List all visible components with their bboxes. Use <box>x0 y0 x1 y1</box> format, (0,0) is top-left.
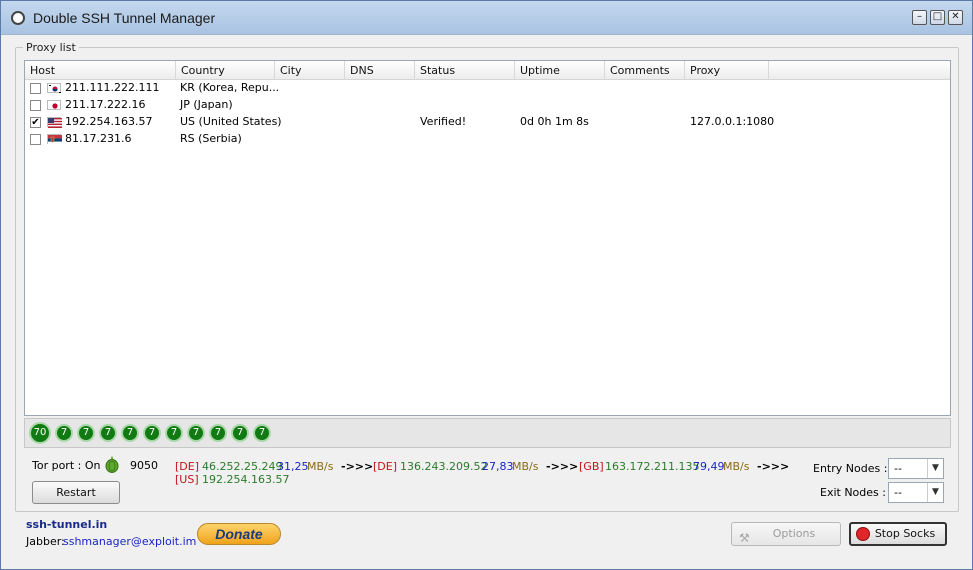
host-cell: 81.17.231.6 <box>65 132 132 145</box>
tools-icon: ⚒ <box>739 531 750 545</box>
table-row[interactable]: 81.17.231.6 RS (Serbia) <box>25 131 950 148</box>
exit-nodes-select[interactable]: -- ▼ <box>888 482 944 503</box>
hop2-unit: MB/s <box>512 460 539 473</box>
status-circle: 7 <box>55 424 73 442</box>
hop1-unit: MB/s <box>307 460 334 473</box>
restart-button[interactable]: Restart <box>32 481 120 504</box>
row-checkbox[interactable]: ✔ <box>30 117 41 128</box>
status-circle: 7 <box>143 424 161 442</box>
maximize-button[interactable]: □ <box>930 10 945 25</box>
status-circle: 7 <box>187 424 205 442</box>
title-bar[interactable]: Double SSH Tunnel Manager <box>1 1 972 35</box>
app-icon <box>11 10 25 25</box>
flag-us-icon <box>47 117 62 128</box>
country-cell: RS (Serbia) <box>180 132 242 145</box>
column-country[interactable]: Country <box>176 61 275 80</box>
column-city[interactable]: City <box>275 61 345 80</box>
country-cell: JP (Japan) <box>180 98 233 111</box>
row-checkbox[interactable] <box>30 100 41 111</box>
entry-nodes-value: -- <box>894 462 902 475</box>
host-cell: 211.17.222.16 <box>65 98 146 111</box>
status-circle: 7 <box>99 424 117 442</box>
app-window: Double SSH Tunnel Manager – □ ✕ Proxy li… <box>0 0 973 570</box>
country-cell: KR (Korea, Repu... <box>180 81 280 94</box>
chevron-down-icon[interactable]: ▼ <box>927 483 943 502</box>
exit-nodes-label: Exit Nodes : <box>820 486 886 499</box>
jabber-label: Jabber: <box>26 535 65 548</box>
site-link[interactable]: ssh-tunnel.in <box>26 518 107 531</box>
window-title: Double SSH Tunnel Manager <box>33 9 216 26</box>
options-label: Options <box>772 527 816 540</box>
stop-icon <box>856 527 870 541</box>
hop1-ip: 46.252.25.249 <box>202 460 283 473</box>
tor-port-value: 9050 <box>130 459 158 472</box>
entry-nodes-label: Entry Nodes : <box>813 462 888 475</box>
flag-kr-icon <box>47 83 61 93</box>
country-cell: US (United States) <box>180 115 282 128</box>
options-button[interactable]: ⚒ Options <box>731 522 841 546</box>
table-row[interactable]: 211.17.222.16 JP (Japan) <box>25 97 950 114</box>
hop3-unit: MB/s <box>723 460 750 473</box>
chain-arrow: ->>> <box>757 460 790 473</box>
close-button[interactable]: ✕ <box>948 10 963 25</box>
chain-arrow: ->>> <box>546 460 579 473</box>
table-row[interactable]: ✔ 192.254.163.57 US (United States) Veri… <box>25 114 950 131</box>
table-row[interactable]: 211.111.222.111 KR (Korea, Repu... <box>25 80 950 97</box>
column-status[interactable]: Status <box>415 61 515 80</box>
hop1-speed: 31,25 <box>277 460 309 473</box>
stop-socks-button[interactable]: Stop Socks <box>849 522 947 546</box>
entry-nodes-select[interactable]: -- ▼ <box>888 458 944 479</box>
status-circle: 70 <box>29 422 51 444</box>
uptime-cell: 0d 0h 1m 8s <box>520 115 589 128</box>
column-comments[interactable]: Comments <box>605 61 685 80</box>
host-cell: 211.111.222.111 <box>65 81 160 94</box>
hop2-speed: 27,83 <box>482 460 514 473</box>
proxy-list-label: Proxy list <box>23 41 79 54</box>
column-host[interactable]: Host <box>25 61 176 80</box>
node-status-bar: 70 7 7 7 7 7 7 7 7 7 7 <box>24 418 951 448</box>
hop3-country: [GB] <box>579 460 604 473</box>
exit-ip: 192.254.163.57 <box>202 473 290 486</box>
jabber-link[interactable]: sshmanager@exploit.im <box>63 535 196 548</box>
tor-port-label: Tor port : On <box>32 459 101 472</box>
exit-country: [US] <box>175 473 199 486</box>
status-circle: 7 <box>231 424 249 442</box>
flag-jp-icon <box>47 100 61 110</box>
status-circle: 7 <box>121 424 139 442</box>
status-circle: 7 <box>165 424 183 442</box>
hop1-country: [DE] <box>175 460 200 473</box>
status-circle: 7 <box>209 424 227 442</box>
proxy-list-table[interactable]: Host Country City DNS Status Uptime Comm… <box>24 60 951 416</box>
status-circle: 7 <box>253 424 271 442</box>
hop2-country: [DE] <box>373 460 398 473</box>
status-circle: 7 <box>77 424 95 442</box>
donate-button[interactable]: Donate <box>197 523 281 545</box>
row-checkbox[interactable] <box>30 83 41 94</box>
chain-arrow: ->>> <box>341 460 374 473</box>
onion-icon <box>105 455 119 473</box>
table-header: Host Country City DNS Status Uptime Comm… <box>25 61 950 80</box>
chevron-down-icon[interactable]: ▼ <box>927 459 943 478</box>
stop-socks-label: Stop Socks <box>874 527 936 540</box>
exit-nodes-value: -- <box>894 486 902 499</box>
column-dns[interactable]: DNS <box>345 61 415 80</box>
status-cell: Verified! <box>420 115 467 128</box>
hop3-speed: 79,49 <box>693 460 725 473</box>
flag-rs-icon <box>47 134 62 145</box>
proxy-cell: 127.0.0.1:1080 <box>690 115 775 128</box>
host-cell: 192.254.163.57 <box>65 115 153 128</box>
column-proxy[interactable]: Proxy <box>685 61 769 80</box>
minimize-button[interactable]: – <box>912 10 927 25</box>
hop3-ip: 163.172.211.135 <box>605 460 700 473</box>
row-checkbox[interactable] <box>30 134 41 145</box>
hop2-ip: 136.243.209.52 <box>400 460 488 473</box>
column-uptime[interactable]: Uptime <box>515 61 605 80</box>
